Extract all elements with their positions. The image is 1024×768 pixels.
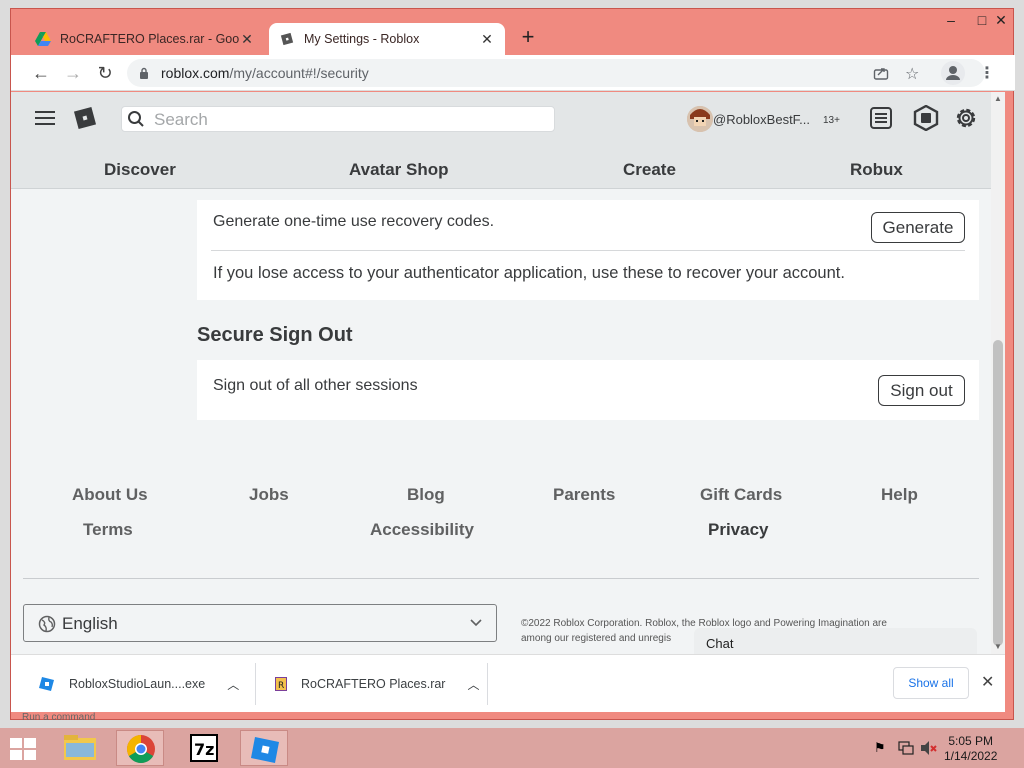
divider [211,250,965,251]
secure-sign-out-card: Sign out of all other sessions Sign out [197,360,979,420]
language-value: English [62,614,118,633]
file-explorer-icon[interactable] [56,730,104,766]
separator [487,663,488,705]
clock[interactable]: 5:05 PM 1/14/2022 [944,734,997,764]
roblox-logo-icon[interactable] [73,106,97,130]
nav-avatar-shop[interactable]: Avatar Shop [349,160,449,180]
footer-link-parents[interactable]: Parents [553,485,615,505]
sign-out-sessions-text: Sign out of all other sessions [213,377,418,394]
roblox-favicon-icon [279,31,295,47]
scroll-down-icon[interactable]: ▼ [994,642,1002,651]
recovery-codes-description: If you lose access to your authenticator… [213,264,845,282]
search-box[interactable]: Search [121,106,555,132]
footer-link-privacy[interactable]: Privacy [708,520,769,540]
separator [255,663,256,705]
tab-strip: RoCRAFTERO Places.rar - Google ✕ My Sett… [11,9,1015,55]
tab-my-settings[interactable]: My Settings - Roblox ✕ [269,23,505,55]
robux-icon[interactable] [913,105,939,131]
clock-date: 1/14/2022 [944,749,998,763]
url-host: roblox.com [161,65,230,81]
hamburger-menu-icon[interactable] [35,110,55,126]
lock-icon[interactable] [139,67,149,79]
tab-google-drive[interactable]: RoCRAFTERO Places.rar - Google ✕ [25,23,265,55]
roblox-studio-taskbar-icon[interactable] [240,730,288,766]
nav-create[interactable]: Create [623,160,676,180]
windows-start-icon[interactable] [10,738,36,760]
minimize-button[interactable]: – [935,9,967,31]
footer-link-terms[interactable]: Terms [83,520,133,540]
run-command-hint: Run a command [22,712,96,723]
close-download-bar-icon[interactable]: ✕ [981,672,994,692]
footer-link-accessibility[interactable]: Accessibility [370,520,474,540]
more-menu-icon[interactable]: ⋮ [979,63,995,83]
secure-sign-out-heading: Secure Sign Out [197,324,353,346]
footer-link-blog[interactable]: Blog [407,485,445,505]
flag-icon[interactable]: ⚑ [874,740,886,756]
footer-divider [23,578,979,579]
share-icon[interactable] [873,65,889,81]
footer-link-help[interactable]: Help [881,485,918,505]
svg-text:7z: 7z [194,740,214,759]
generate-button[interactable]: Generate [871,212,965,243]
back-arrow-icon[interactable]: ← [29,61,53,85]
bookmark-star-icon[interactable]: ☆ [905,64,919,84]
recovery-codes-card: Generate one-time use recovery codes. Ge… [197,200,979,300]
forward-arrow-icon[interactable]: → [61,61,85,85]
recovery-codes-title: Generate one-time use recovery codes. [213,213,495,230]
download-item-studio[interactable]: RobloxStudioLaun....exe ︿ [39,665,239,703]
url-path: /my/account#!/security [229,65,369,81]
roblox-header: Search @RobloxBestF... 13+ Discover Avat… [11,92,991,189]
avatar[interactable] [687,106,713,132]
footer-link-jobs[interactable]: Jobs [249,485,289,505]
clock-time: 5:05 PM [948,734,994,748]
search-input[interactable]: Search [154,110,208,130]
chevron-up-icon[interactable]: ︿ [227,676,239,693]
winrar-icon: R [273,676,289,692]
messages-list-icon[interactable] [869,106,893,130]
username[interactable]: @RobloxBestF... [713,112,810,127]
svg-text:R: R [278,681,284,691]
settings-gear-icon[interactable] [953,105,979,131]
age-badge: 13+ [823,115,840,126]
globe-icon [38,615,56,633]
show-all-button[interactable]: Show all [893,667,969,699]
search-icon [127,110,145,128]
page-scrollbar[interactable]: ▲ ▼ [991,92,1005,654]
nav-discover[interactable]: Discover [104,160,176,180]
roblox-page: Search @RobloxBestF... 13+ Discover Avat… [11,92,991,654]
download-filename: RobloxStudioLaun....exe [69,677,206,691]
language-selector[interactable]: English [23,604,497,642]
network-icon[interactable] [898,740,914,756]
reload-icon[interactable]: ↻ [93,61,117,85]
profile-avatar-icon[interactable] [941,61,965,85]
sign-out-button[interactable]: Sign out [878,375,965,406]
7zip-icon[interactable]: 7z [180,730,228,766]
tab-close-icon[interactable]: ✕ [479,31,495,48]
new-tab-button[interactable]: + [518,26,538,50]
google-drive-icon [35,31,51,47]
scrollbar-thumb[interactable] [993,340,1003,646]
scroll-up-icon[interactable]: ▲ [994,94,1002,103]
chevron-down-icon [470,617,482,627]
nav-robux[interactable]: Robux [850,160,903,180]
taskbar: 7z ⚑ 5:05 PM 1/14/2022 [0,728,1024,768]
close-window-button[interactable]: ✕ [985,9,1017,31]
chevron-up-icon[interactable]: ︿ [467,676,479,693]
tab-close-icon[interactable]: ✕ [239,31,255,48]
footer-link-gift-cards[interactable]: Gift Cards [700,485,782,505]
download-item-rar[interactable]: R RoCRAFTERO Places.rar ︿ [273,665,480,703]
browser-toolbar: ← → ↻ roblox.com/my/account#!/security ☆… [11,55,1015,91]
tab-label: My Settings - Roblox [304,32,420,46]
browser-window: RoCRAFTERO Places.rar - Google ✕ My Sett… [10,8,1015,720]
download-bar: RobloxStudioLaun....exe ︿ R RoCRAFTERO P… [11,654,1005,712]
volume-muted-icon[interactable] [920,740,938,756]
chat-bar[interactable]: Chat [694,628,977,654]
url-text[interactable]: roblox.com/my/account#!/security [161,65,369,81]
footer-link-about-us[interactable]: About Us [72,485,148,505]
chrome-icon[interactable] [116,730,164,766]
roblox-studio-icon [39,676,55,692]
tab-label: RoCRAFTERO Places.rar - Google [60,32,239,46]
download-filename: RoCRAFTERO Places.rar [301,677,446,691]
